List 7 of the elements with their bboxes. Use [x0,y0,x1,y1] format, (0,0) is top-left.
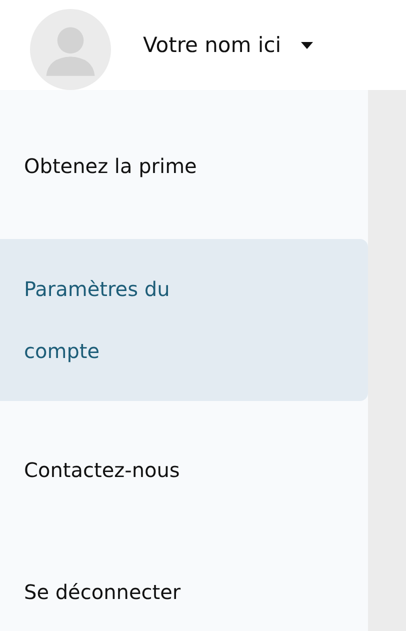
menu-item[interactable]: Obtenez la prime [0,117,368,215]
avatar-icon [30,9,111,90]
user-menu-button[interactable]: Votre nom ici [143,33,314,57]
menu-item[interactable]: Contactez-nous [0,421,368,519]
caret-icon [301,42,314,48]
menu-item[interactable]: Se déconnecter [0,543,368,631]
menu-item[interactable]: Paramètres du compte [0,239,368,401]
